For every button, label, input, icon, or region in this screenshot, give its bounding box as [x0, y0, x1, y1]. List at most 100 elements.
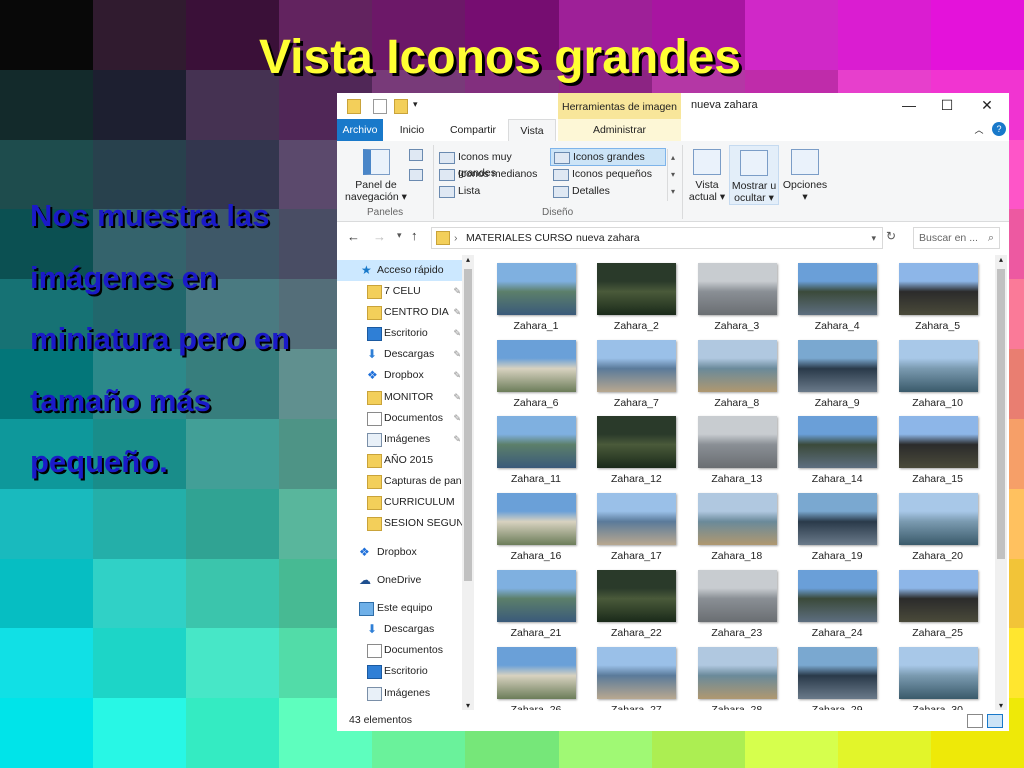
pin-icon[interactable]: ✎ — [453, 281, 461, 302]
details-pane-icon[interactable] — [409, 169, 423, 181]
nav-pc-item[interactable]: Escritorio — [337, 661, 463, 682]
content-scrollbar[interactable]: ▴ ▾ — [995, 255, 1007, 710]
file-tile[interactable]: Zahara_15 — [893, 411, 983, 485]
pin-icon[interactable]: ✎ — [453, 408, 461, 429]
file-tile[interactable]: Zahara_24 — [792, 565, 882, 639]
scroll-up-icon[interactable]: ▴ — [462, 255, 474, 264]
back-icon[interactable]: ← — [347, 229, 360, 244]
nav-quick-item[interactable]: ❖ Dropbox ✎ — [337, 365, 463, 386]
address-bar[interactable]: › MATERIALES CURSO › nueva zahara ▾ — [431, 227, 883, 249]
breadcrumb-chevron-icon[interactable]: › — [564, 228, 568, 248]
nav-scrollbar[interactable]: ▴ ▾ — [462, 255, 474, 710]
quick-access-dropdown-icon[interactable]: ▾ — [413, 99, 419, 112]
file-tile[interactable]: Zahara_2 — [591, 258, 681, 332]
layout-medium-icons[interactable]: Iconos medianos — [436, 166, 548, 182]
file-tile[interactable]: Zahara_19 — [792, 488, 882, 562]
pin-icon[interactable]: ✎ — [453, 365, 461, 386]
file-tile[interactable]: Zahara_16 — [491, 488, 581, 562]
breadcrumb-materiales[interactable]: MATERIALES CURSO — [466, 228, 573, 248]
content-scroll-thumb[interactable] — [997, 269, 1005, 559]
tab-compartir[interactable]: Compartir — [441, 119, 505, 141]
file-tile[interactable]: Zahara_11 — [491, 411, 581, 485]
search-box[interactable]: Buscar en ... ⌕ — [913, 227, 1000, 249]
preview-pane-icon[interactable] — [409, 149, 423, 161]
file-tile[interactable]: Zahara_6 — [491, 335, 581, 409]
current-view-button[interactable]: Vista actual ▾ — [687, 149, 727, 203]
layout-list[interactable]: Lista — [436, 183, 548, 199]
file-tile[interactable]: Zahara_3 — [692, 258, 782, 332]
file-tile[interactable]: Zahara_1 — [491, 258, 581, 332]
nav-quick-item[interactable]: MONITOR ✎ — [337, 387, 463, 408]
file-tile[interactable]: Zahara_10 — [893, 335, 983, 409]
nav-dropbox[interactable]: ❖ Dropbox — [337, 542, 463, 563]
file-tile[interactable]: Zahara_25 — [893, 565, 983, 639]
address-dropdown-icon[interactable]: ▾ — [871, 228, 876, 248]
pin-icon[interactable]: ✎ — [453, 387, 461, 408]
nav-onedrive[interactable]: ☁ OneDrive — [337, 570, 463, 591]
file-tile[interactable]: Zahara_23 — [692, 565, 782, 639]
layout-details[interactable]: Detalles — [550, 183, 664, 199]
nav-quick-item[interactable]: Capturas de pan — [337, 471, 463, 492]
collapse-ribbon-icon[interactable]: ︿ — [973, 119, 985, 141]
file-tile[interactable]: Zahara_13 — [692, 411, 782, 485]
large-icons-view-icon[interactable] — [987, 714, 1003, 728]
file-tile[interactable]: Zahara_7 — [591, 335, 681, 409]
options-button[interactable]: Opciones ▾ — [781, 149, 829, 203]
scroll-down-icon[interactable]: ▾ — [462, 701, 474, 710]
nav-pc-item[interactable]: ⬇ Descargas — [337, 619, 463, 640]
nav-pc-item[interactable]: Documentos — [337, 640, 463, 661]
nav-pc-item[interactable]: Imágenes — [337, 683, 463, 704]
nav-quick-item[interactable]: SESION SEGUND — [337, 513, 463, 534]
content-scroll-down-icon[interactable]: ▾ — [995, 701, 1007, 710]
tab-administrar[interactable]: Administrar — [558, 119, 681, 141]
file-tile[interactable]: Zahara_18 — [692, 488, 782, 562]
properties-icon[interactable] — [373, 99, 387, 114]
up-icon[interactable]: ↑ — [411, 228, 418, 243]
navigation-pane-button[interactable]: Panel de navegación ▾ — [345, 149, 407, 203]
file-tile[interactable]: Zahara_17 — [591, 488, 681, 562]
file-tile[interactable]: Zahara_14 — [792, 411, 882, 485]
nav-scroll-thumb[interactable] — [464, 269, 472, 581]
recent-locations-icon[interactable]: ▾ — [397, 230, 402, 241]
file-tile[interactable]: Zahara_30 — [893, 642, 983, 710]
file-tile[interactable]: Zahara_12 — [591, 411, 681, 485]
tab-archivo[interactable]: Archivo — [337, 119, 383, 141]
content-scroll-up-icon[interactable]: ▴ — [995, 255, 1007, 264]
nav-quick-access[interactable]: ★ Acceso rápido — [337, 260, 463, 281]
file-tile[interactable]: Zahara_9 — [792, 335, 882, 409]
search-icon[interactable]: ⌕ — [988, 228, 994, 248]
nav-quick-item[interactable]: CENTRO DIA ✎ — [337, 302, 463, 323]
nav-this-pc[interactable]: Este equipo — [337, 598, 463, 619]
layout-scroll-icon[interactable]: ▴ ▾ ▾ — [667, 149, 678, 201]
pin-icon[interactable]: ✎ — [453, 344, 461, 365]
help-icon[interactable]: ? — [992, 122, 1006, 136]
tab-vista[interactable]: Vista — [508, 119, 556, 142]
nav-quick-item[interactable]: 7 CELU ✎ — [337, 281, 463, 302]
refresh-icon[interactable]: ↻ — [886, 229, 896, 243]
tab-inicio[interactable]: Inicio — [389, 119, 435, 141]
nav-quick-item[interactable]: AÑO 2015 — [337, 450, 463, 471]
minimize-button[interactable]: — — [891, 95, 927, 115]
breadcrumb-chevron-icon[interactable]: › — [454, 228, 458, 248]
pin-icon[interactable]: ✎ — [453, 323, 461, 344]
nav-quick-item[interactable]: Escritorio ✎ — [337, 323, 463, 344]
layout-large-icons[interactable]: Iconos grandes — [550, 148, 666, 166]
file-tile[interactable]: Zahara_29 — [792, 642, 882, 710]
file-tile[interactable]: Zahara_20 — [893, 488, 983, 562]
file-tile[interactable]: Zahara_21 — [491, 565, 581, 639]
maximize-button[interactable]: ☐ — [929, 95, 965, 115]
file-tile[interactable]: Zahara_27 — [591, 642, 681, 710]
nav-quick-item[interactable]: CURRICULUM — [337, 492, 463, 513]
file-tile[interactable]: Zahara_4 — [792, 258, 882, 332]
nav-quick-item[interactable]: ⬇ Descargas ✎ — [337, 344, 463, 365]
new-folder-icon[interactable] — [394, 99, 408, 114]
file-tile[interactable]: Zahara_8 — [692, 335, 782, 409]
file-tile[interactable]: Zahara_26 — [491, 642, 581, 710]
breadcrumb-nueva-zahara[interactable]: nueva zahara — [576, 228, 640, 248]
file-tile[interactable]: Zahara_28 — [692, 642, 782, 710]
file-tile[interactable]: Zahara_22 — [591, 565, 681, 639]
pin-icon[interactable]: ✎ — [453, 302, 461, 323]
layout-small-icons[interactable]: Iconos pequeños — [550, 166, 664, 182]
close-button[interactable]: ✕ — [969, 95, 1005, 115]
forward-icon[interactable]: → — [373, 229, 386, 244]
